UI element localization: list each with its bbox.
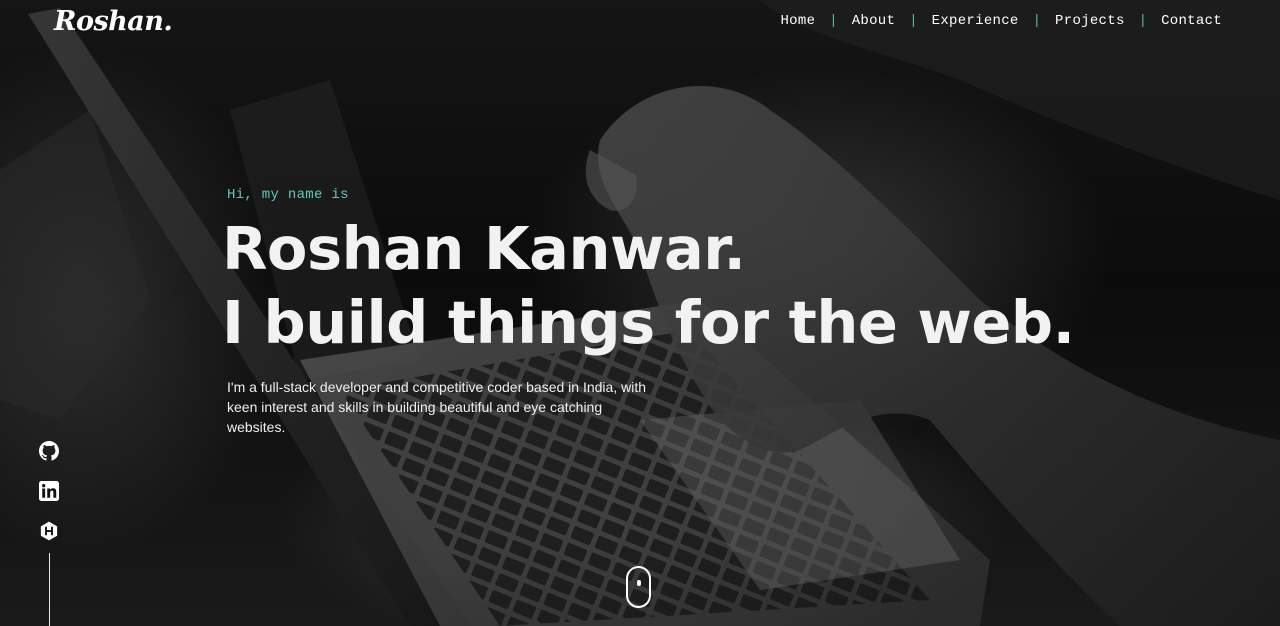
nav-separator: | xyxy=(1032,13,1042,29)
nav-separator: | xyxy=(909,13,918,29)
github-icon[interactable] xyxy=(39,441,59,461)
hero-name: Roshan Kanwar. xyxy=(222,214,746,283)
hero-greeting: Hi, my name is xyxy=(227,187,349,203)
site-logo[interactable]: Roshan. xyxy=(54,6,173,37)
scroll-down-indicator[interactable] xyxy=(626,566,651,608)
nav-separator: | xyxy=(829,13,838,29)
social-divider-line xyxy=(48,553,50,626)
nav-separator: | xyxy=(1138,13,1148,29)
nav-about-link[interactable]: About xyxy=(852,13,896,29)
nav-experience-link[interactable]: Experience xyxy=(932,13,1019,29)
hero-headline: Roshan Kanwar. I build things for the we… xyxy=(222,212,1075,360)
hero-intro: I'm a full-stack developer and competiti… xyxy=(227,379,647,435)
hero-section: Roshan. Home | About | Experience | Proj… xyxy=(0,0,1280,626)
main-nav: Home | About | Experience | Projects | C… xyxy=(780,13,1222,29)
scroll-wheel-dot xyxy=(637,580,641,586)
linkedin-icon[interactable] xyxy=(39,481,59,501)
social-sidebar xyxy=(39,441,59,626)
nav-projects-link[interactable]: Projects xyxy=(1055,13,1125,29)
nav-contact-link[interactable]: Contact xyxy=(1161,13,1222,29)
hackerrank-icon[interactable] xyxy=(39,521,59,541)
nav-home-link[interactable]: Home xyxy=(780,13,815,29)
hero-tagline: I build things for the web. xyxy=(222,288,1075,357)
